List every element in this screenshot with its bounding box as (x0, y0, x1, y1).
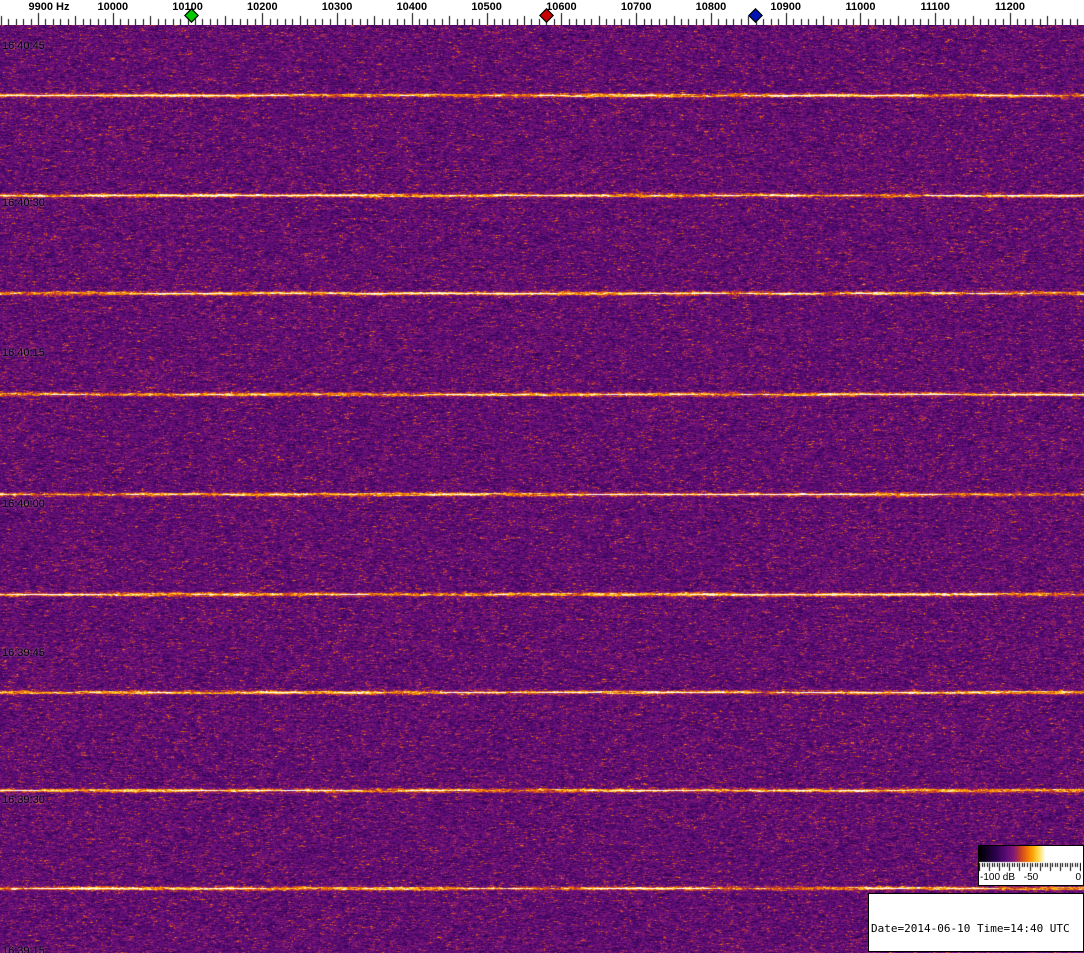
info-date-time: Date=2014-06-10 Time=14:40 UTC (871, 922, 1070, 935)
marker-red-diamond-icon[interactable] (538, 8, 554, 23)
marker-green-diamond-icon[interactable] (183, 8, 199, 23)
legend-label-max: 0 (1075, 872, 1081, 883)
spectrogram-waterfall (0, 25, 1084, 953)
legend-label-min: -100 dB (980, 872, 1016, 883)
observation-info-box: Date=2014-06-10 Time=14:40 UTC Freq=143 … (868, 893, 1084, 952)
color-scale-gradient (979, 846, 1081, 872)
legend-label-mid: -50 (1023, 872, 1039, 883)
color-scale-legend: -100 dB -50 0 (978, 845, 1084, 886)
marker-blue-diamond-icon[interactable] (748, 8, 764, 23)
frequency-ruler: 9900 Hz 10000 10100 10200 10300 10400 10500 106… (0, 0, 1084, 25)
color-scale-labels: -100 dB -50 0 (979, 872, 1083, 885)
frequency-ruler-markers (0, 0, 1084, 25)
spectrogram-viewer: 9900 Hz 10000 10100 10200 10300 10400 10500 106… (0, 0, 1084, 953)
